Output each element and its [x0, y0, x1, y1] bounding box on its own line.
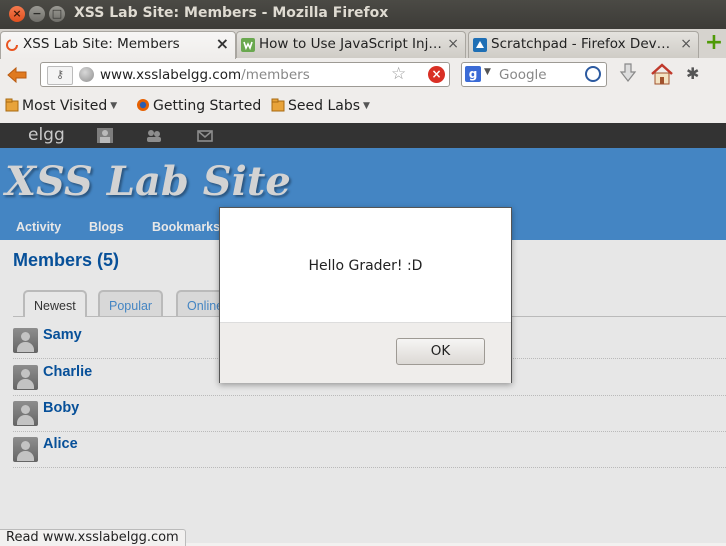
scratchpad-favicon-icon [473, 38, 487, 52]
bookmark-getting-started[interactable]: Getting Started [136, 98, 261, 114]
firebug-icon[interactable]: ✱ [686, 64, 699, 83]
window-title: XSS Lab Site: Members - Mozilla Firefox [74, 5, 389, 21]
firefox-icon [137, 99, 149, 111]
search-icon[interactable] [585, 66, 601, 82]
bookmark-label: Seed Labs [288, 98, 361, 114]
google-engine-icon[interactable]: g [465, 66, 481, 82]
status-text: Read www.xsslabelgg.com [0, 529, 186, 546]
bookmark-label: Most Visited [22, 98, 108, 114]
bookmark-most-visited[interactable]: Most Visited ▼ [5, 98, 117, 114]
url-bar[interactable]: ⚷ www.xsslabelgg.com/members ☆ × [40, 62, 450, 87]
bookmarks-toolbar: Most Visited ▼ Getting Started Seed Labs ▼ [0, 92, 726, 124]
bookmark-seed-labs[interactable]: Seed Labs ▼ [271, 98, 370, 114]
tab-label: XSS Lab Site: Members [23, 36, 180, 52]
window-title-bar: × − □ XSS Lab Site: Members - Mozilla Fi… [0, 0, 726, 29]
wikihow-favicon-icon [241, 38, 255, 52]
chevron-down-icon: ▼ [363, 101, 370, 111]
tab-close-icon[interactable]: × [447, 36, 459, 52]
tab-xss-members[interactable]: XSS Lab Site: Members × [0, 31, 236, 59]
home-icon[interactable] [649, 61, 675, 87]
ok-button[interactable]: OK [396, 338, 485, 365]
tab-strip: XSS Lab Site: Members × How to Use JavaS… [0, 29, 726, 59]
bookmark-star-icon[interactable]: ☆ [391, 64, 406, 84]
folder-star-icon [5, 98, 19, 112]
navigation-toolbar: ⚷ www.xsslabelgg.com/members ☆ × g ▼ Goo… [0, 58, 726, 92]
window-maximize-button[interactable]: □ [49, 6, 65, 22]
globe-icon [79, 67, 94, 82]
tab-label: How to Use JavaScript Inj… [259, 36, 442, 52]
tab-scratchpad[interactable]: Scratchpad - Firefox Dev… × [468, 31, 699, 58]
url-path: /members [241, 67, 310, 83]
search-input[interactable]: Google [499, 67, 547, 83]
url-text[interactable]: www.xsslabelgg.com/members [100, 67, 310, 83]
window-minimize-button[interactable]: − [29, 6, 45, 22]
new-tab-button[interactable]: + [703, 32, 725, 55]
tab-javascript-injection[interactable]: How to Use JavaScript Inj… × [236, 31, 466, 58]
tab-close-icon[interactable]: × [680, 36, 692, 52]
back-arrow-icon[interactable] [4, 63, 30, 87]
chevron-down-icon[interactable]: ▼ [484, 67, 491, 77]
tab-label: Scratchpad - Firefox Dev… [491, 36, 671, 52]
alert-message: Hello Grader! :D [308, 258, 423, 274]
alert-dialog: Hello Grader! :D OK [219, 207, 512, 383]
identity-key-icon[interactable]: ⚷ [47, 66, 73, 85]
stop-icon[interactable]: × [428, 66, 445, 83]
tab-close-icon[interactable]: × [216, 34, 229, 53]
folder-icon [271, 98, 285, 112]
search-box[interactable]: g ▼ Google [461, 62, 607, 87]
download-arrow-icon[interactable] [618, 62, 638, 84]
chevron-down-icon: ▼ [110, 101, 118, 111]
loading-spinner-icon [6, 39, 18, 51]
bookmark-label: Getting Started [153, 98, 262, 114]
alert-footer: OK [220, 322, 511, 383]
window-close-button[interactable]: × [9, 6, 25, 22]
url-host: www.xsslabelgg.com [100, 67, 242, 83]
